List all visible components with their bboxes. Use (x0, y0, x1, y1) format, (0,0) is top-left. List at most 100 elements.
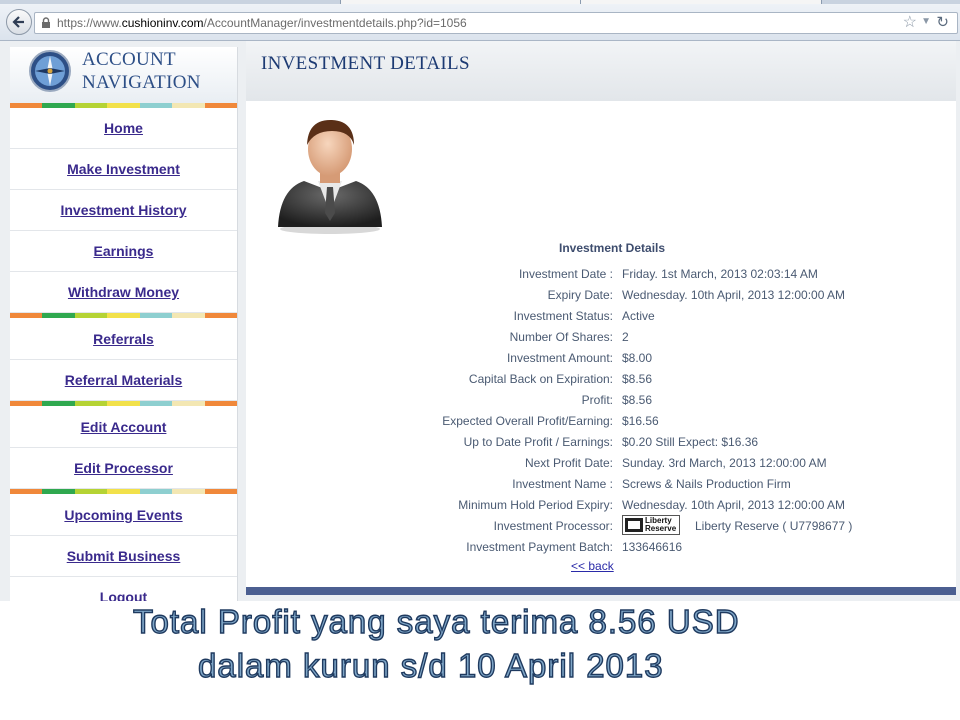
detail-row-payment-batch: Investment Payment Batch: 133646616 (246, 540, 956, 561)
detail-row-minimum-hold: Minimum Hold Period Expiry: Wednesday. 10… (246, 498, 956, 519)
sidebar-header: ACCOUNT NAVIGATION (10, 47, 237, 103)
nav-link-withdraw-money[interactable]: Withdraw Money (68, 284, 179, 300)
color-stripe (10, 489, 237, 494)
nav-link-earnings[interactable]: Earnings (94, 243, 154, 259)
details-heading: Investment Details (559, 241, 666, 255)
detail-label: Next Profit Date: (524, 456, 613, 470)
content-footer-bar (246, 587, 956, 595)
detail-value: $8.56 (622, 393, 653, 407)
nav-item-upcoming-events[interactable]: Upcoming Events (10, 495, 237, 536)
detail-row-number-of-shares: Number Of Shares: 2 (246, 330, 956, 351)
stripe-segment (204, 489, 237, 494)
detail-label: Investment Status: (513, 309, 613, 323)
detail-value: Friday. 1st March, 2013 02:03:14 AM (622, 267, 818, 281)
bookmark-star-icon[interactable]: ☆ (903, 14, 917, 32)
nav-item-referrals[interactable]: Referrals (10, 319, 237, 360)
nav-item-logout[interactable]: Logout (10, 577, 237, 601)
stripe-segment (107, 313, 140, 318)
color-stripe (10, 313, 237, 318)
detail-label: Investment Date : (518, 267, 613, 281)
nav-item-referral-materials[interactable]: Referral Materials (10, 360, 237, 401)
detail-value: $16.56 (622, 414, 659, 428)
stripe-segment (172, 401, 205, 406)
nav-link-investment-history[interactable]: Investment History (60, 202, 186, 218)
nav-link-edit-processor[interactable]: Edit Processor (74, 460, 173, 476)
stripe-segment (42, 401, 75, 406)
nav-item-submit-business[interactable]: Submit Business (10, 536, 237, 577)
nav-item-make-investment[interactable]: Make Investment (10, 149, 237, 190)
address-bar[interactable]: https://www.cushioninv.com/AccountManage… (34, 12, 958, 34)
page-body: ACCOUNT NAVIGATION Home Make Investment … (0, 41, 960, 601)
detail-value: 2 (622, 330, 629, 344)
url-text: https://www.cushioninv.com/AccountManage… (57, 16, 467, 30)
color-stripe (10, 401, 237, 406)
sidebar-title-line2: NAVIGATION (82, 72, 201, 93)
nav-link-referrals[interactable]: Referrals (93, 331, 154, 347)
nav-link-make-investment[interactable]: Make Investment (67, 161, 180, 177)
detail-row-up-to-date-profit: Up to Date Profit / Earnings: $0.20 Still… (246, 435, 956, 456)
detail-label: Profit: (581, 393, 613, 407)
caption-line-2: dalam kurun s/d 10 April 2013 (197, 646, 664, 684)
nav-link-logout[interactable]: Logout (100, 589, 147, 601)
caption-overlay: Total Profit yang saya terima 8.56 USD d… (0, 601, 960, 720)
detail-row-investment-date: Investment Date : Friday. 1st March, 2013… (246, 267, 956, 288)
nav-link-edit-account[interactable]: Edit Account (81, 419, 167, 435)
detail-label: Investment Processor: (493, 519, 613, 533)
nav-link-upcoming-events[interactable]: Upcoming Events (64, 507, 182, 523)
lock-icon (42, 17, 50, 28)
stripe-segment (139, 313, 173, 318)
detail-label: Capital Back on Expiration: (468, 372, 613, 386)
reload-icon[interactable]: ↻ (936, 14, 949, 32)
nav-link-submit-business[interactable]: Submit Business (67, 548, 181, 564)
detail-value: Active (622, 309, 655, 323)
nav-item-home[interactable]: Home (10, 108, 237, 149)
compass-globe-icon (29, 50, 71, 92)
back-arrow-icon (12, 16, 24, 28)
stripe-segment (107, 401, 140, 406)
stripe-segment (10, 313, 43, 318)
nav-item-edit-processor[interactable]: Edit Processor (10, 448, 237, 489)
user-avatar (278, 119, 382, 234)
detail-row-investment-status: Investment Status: Active (246, 309, 956, 330)
nav-link-home[interactable]: Home (104, 120, 143, 136)
detail-row-investment-processor: Investment Processor: Liberty Reserve Lib… (246, 515, 956, 540)
stripe-segment (172, 313, 205, 318)
back-link[interactable]: << back (571, 559, 614, 573)
account-navigation-sidebar: ACCOUNT NAVIGATION Home Make Investment … (10, 47, 238, 601)
detail-label: Minimum Hold Period Expiry: (458, 498, 613, 512)
stripe-segment (139, 401, 173, 406)
nav-item-withdraw-money[interactable]: Withdraw Money (10, 272, 237, 313)
stripe-segment (204, 401, 237, 406)
detail-row-profit: Profit: $8.56 (246, 393, 956, 414)
stripe-segment (139, 489, 173, 494)
investment-details-panel: Investment Details Investment Date : Frid… (246, 101, 956, 587)
detail-value: $0.20 Still Expect: $16.36 (622, 435, 759, 449)
caption-line-1: Total Profit yang saya terima 8.56 USD (132, 602, 740, 640)
detail-label: Expected Overall Profit/Earning: (442, 414, 613, 428)
logo-text-line2: Reserve (645, 524, 677, 533)
detail-row-investment-name: Investment Name : Screws & Nails Producti… (246, 477, 956, 498)
nav-item-investment-history[interactable]: Investment History (10, 190, 237, 231)
liberty-reserve-logo: Liberty Reserve (622, 515, 680, 535)
detail-label: Up to Date Profit / Earnings: (463, 435, 613, 449)
stripe-segment (204, 313, 237, 318)
stripe-segment (172, 489, 205, 494)
detail-row-investment-amount: Investment Amount: $8.00 (246, 351, 956, 372)
detail-value: Sunday. 3rd March, 2013 12:00:00 AM (622, 456, 827, 470)
detail-row-expected-profit: Expected Overall Profit/Earning: $16.56 (246, 414, 956, 435)
detail-label: Investment Name : (512, 477, 613, 491)
detail-row-next-profit-date: Next Profit Date: Sunday. 3rd March, 2013… (246, 456, 956, 477)
browser-toolbar: https://www.cushioninv.com/AccountManage… (0, 4, 960, 41)
main-header: INVESTMENT DETAILS (246, 41, 956, 101)
detail-value: Wednesday. 10th April, 2013 12:00:00 AM (622, 498, 846, 512)
detail-value: Wednesday. 10th April, 2013 12:00:00 AM (622, 288, 846, 302)
nav-item-earnings[interactable]: Earnings (10, 231, 237, 272)
nav-item-edit-account[interactable]: Edit Account (10, 407, 237, 448)
dropdown-arrow-icon[interactable]: ▼ (921, 16, 931, 27)
stripe-segment (42, 313, 75, 318)
detail-row-capital-back: Capital Back on Expiration: $8.56 (246, 372, 956, 393)
page-title: INVESTMENT DETAILS (261, 53, 470, 74)
stripe-segment (74, 401, 108, 406)
back-button[interactable] (6, 9, 32, 35)
nav-link-referral-materials[interactable]: Referral Materials (65, 372, 183, 388)
